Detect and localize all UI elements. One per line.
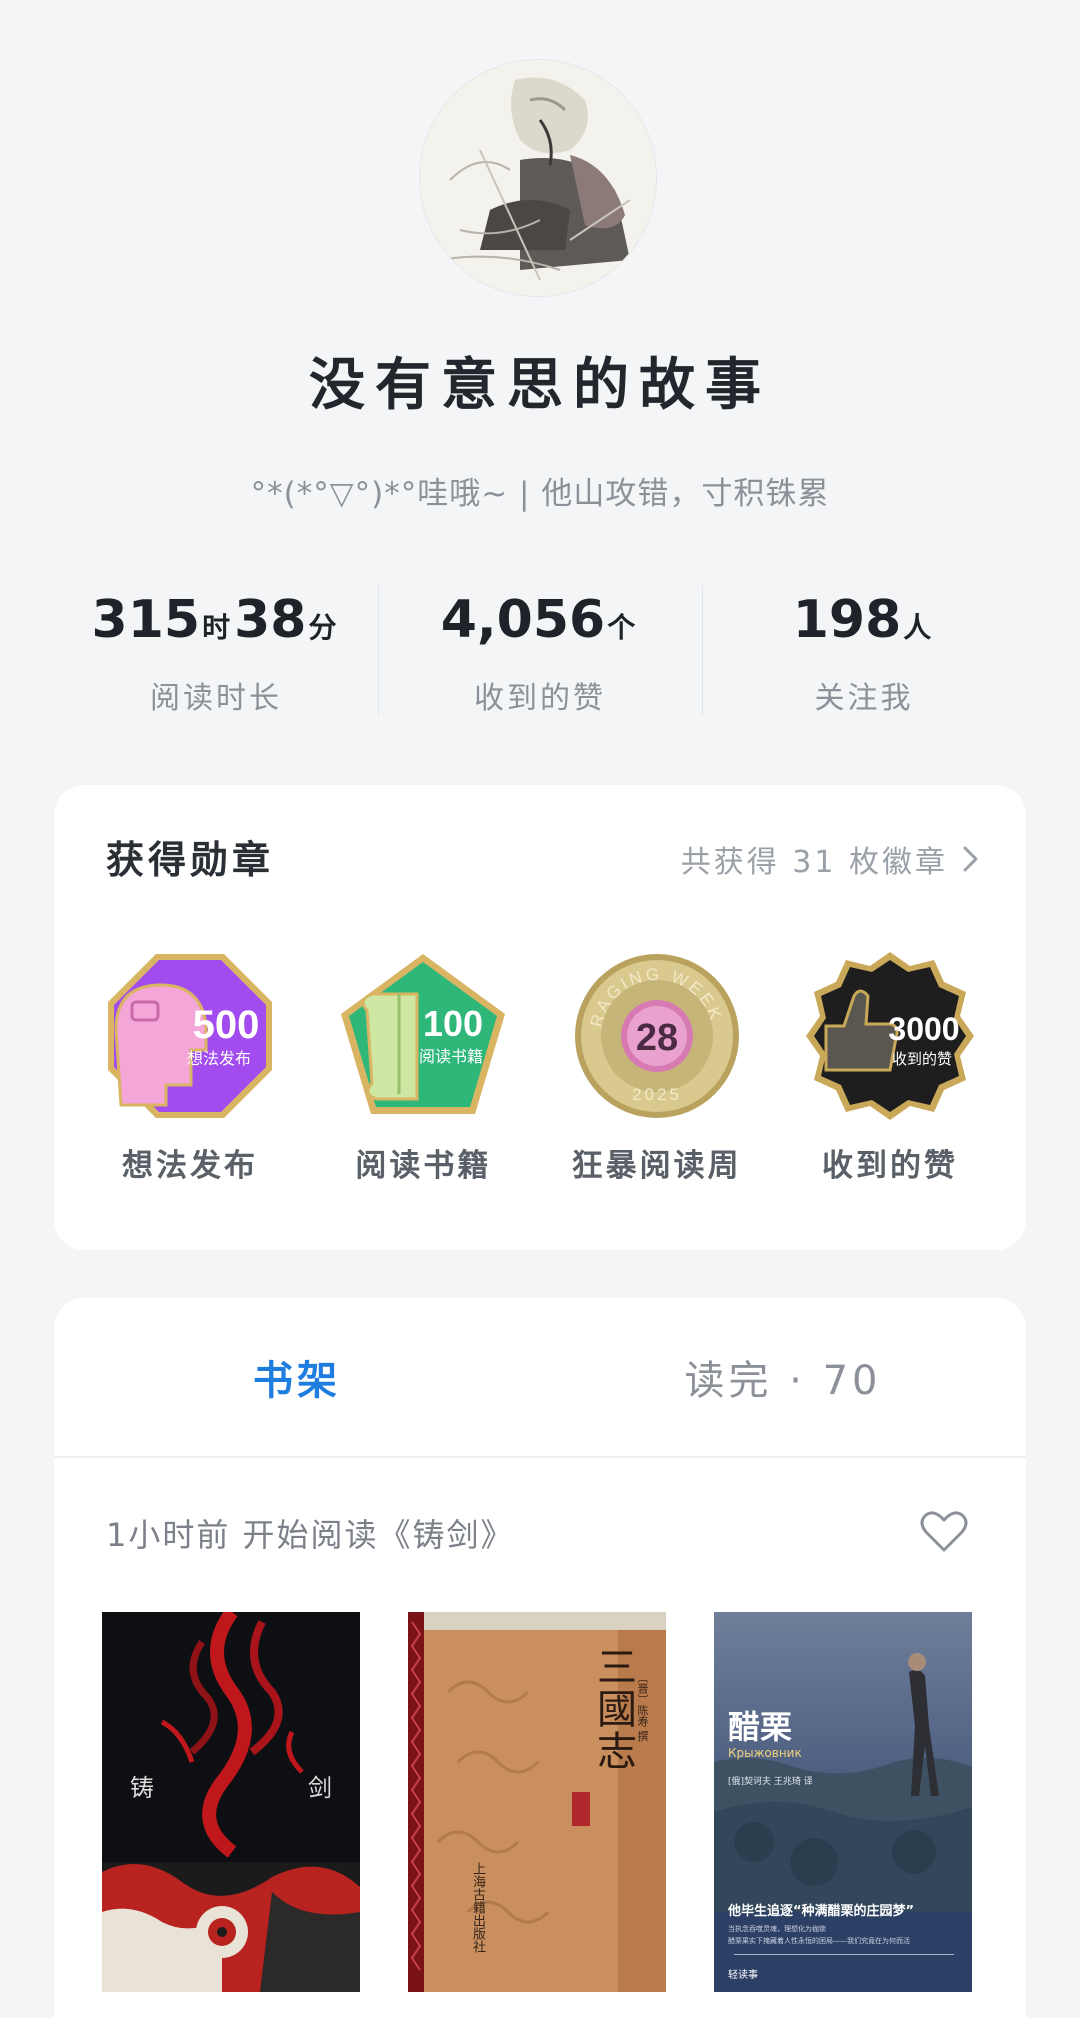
badge-label: 收到的赞 [821,1148,958,1184]
book-subtitle: Крыжовник [728,1746,802,1760]
book-title: 三國志 [590,1646,636,1772]
stat-unit: 时 [202,611,231,644]
bio: °*(*°▽°)*°哇哦~ | 他山攻错，寸积铢累 [250,476,830,512]
badge-thoughts-icon: 500 想法发布 [108,954,272,1118]
badges-card: 获得勋章 共获得 31 枚徽章 500 想法发布 想法发布 100 阅读书籍 阅… [54,785,1026,1250]
stat-value: 198 [792,590,902,650]
stat-likes-received[interactable]: 4,056个 收到的赞 [378,585,702,716]
stats-row: 315时38分 阅读时长 4,056个 收到的赞 198人 关注我 [54,585,1026,716]
book-translator: [俄]契诃夫 王兆琦 译 [728,1777,813,1787]
badge-caption: 收到的赞 [892,1050,952,1068]
book-list: 铸 剑 三國志 〔晋〕陈寿 撰 上海古籍出版社 醋栗 Крыжовник [俄]… [102,1612,972,1992]
tab-finished[interactable]: 读完 · 70 [540,1298,1026,1456]
badge-row: 500 想法发布 想法发布 100 阅读书籍 阅读书籍 RAGING WEEK … [74,950,1006,1185]
badge-books-read[interactable]: 100 阅读书籍 阅读书籍 [307,950,539,1185]
book-blurb-1: 当执念吞噬灵魂，理想化为枷锁 [728,1925,826,1933]
shelf-tabs: 书架 读完 · 70 [54,1298,1026,1458]
badge-likes-received[interactable]: 3000 收到的赞 收到的赞 [774,950,1006,1185]
book-cover-culi[interactable]: 醋栗 Крыжовник [俄]契诃夫 王兆琦 译 他毕生追逐“种满醋栗的庄园梦… [714,1612,972,1992]
badge-likes-icon: 3000 收到的赞 [805,952,974,1120]
stat-followers[interactable]: 198人 关注我 [702,585,1026,716]
badge-caption: 阅读书籍 [419,1047,483,1066]
badge-label: 狂暴阅读周 [571,1148,742,1184]
badges-title: 获得勋章 [106,837,275,882]
badges-count-text: 共获得 31 枚徽章 [680,845,948,880]
avatar-sketch-image [420,60,656,296]
heart-icon[interactable] [920,1510,968,1554]
stat-unit: 分 [308,611,337,644]
avatar[interactable] [420,60,656,296]
badge-number: 28 [636,1017,678,1059]
all-badges-link[interactable]: 共获得 31 枚徽章 [681,837,980,881]
stat-unit: 个 [607,611,636,644]
nickname: 没有意思的故事 [309,352,771,418]
stat-label: 收到的赞 [474,681,606,716]
stat-reading-time[interactable]: 315时38分 阅读时长 [54,585,378,716]
book-publisher: 上海古籍出版社 [470,1862,485,1953]
book-title-left: 铸 [130,1774,154,1802]
stat-value: 38 [234,590,307,650]
badge-thoughts-published[interactable]: 500 想法发布 想法发布 [74,950,306,1185]
book-author: 〔晋〕陈寿 撰 [636,1672,649,1742]
stat-unit: 人 [903,611,932,644]
badge-raging-week[interactable]: RAGING WEEK 28 2025 狂暴阅读周 [541,950,773,1185]
badge-label: 阅读书籍 [355,1148,492,1184]
stat-label: 阅读时长 [150,681,282,716]
badge-year: 2025 [632,1085,682,1104]
stat-label: 关注我 [814,681,914,716]
book-blurb-2: 醋栗果实下掩藏着人性永恒的困局——我们究竟在为何而活 [728,1937,910,1945]
badge-caption: 想法发布 [187,1049,251,1068]
book-cover-sanguozhi[interactable]: 三國志 〔晋〕陈寿 撰 上海古籍出版社 [408,1612,666,1992]
chevron-right-icon [963,846,978,872]
stat-value: 315 [91,590,201,650]
badge-label: 想法发布 [122,1148,258,1184]
tab-bookshelf[interactable]: 书架 [54,1298,540,1456]
book-title-right: 剑 [308,1774,332,1802]
badge-raging-week-icon: RAGING WEEK 28 2025 [574,954,739,1118]
badge-books-icon: 100 阅读书籍 [341,954,506,1114]
book-cover-zhujian[interactable]: 铸 剑 [102,1612,360,1992]
book-title: 醋栗 [728,1708,793,1746]
book-cover-art [714,1612,972,1992]
badge-number: 100 [423,1003,483,1044]
badge-number: 500 [193,1003,260,1047]
book-publisher-logo: 轻读事 [728,1970,758,1981]
badge-number: 3000 [888,1011,959,1047]
stat-value: 4,056 [440,590,606,650]
recent-activity: 1小时前 开始阅读《铸剑》 [106,1516,515,1554]
bookshelf-card: 书架 读完 · 70 1小时前 开始阅读《铸剑》 铸 剑 三國志 〔晋〕陈寿 撰… [54,1298,1026,2018]
book-tagline: 他毕生追逐“种满醋栗的庄园梦” [728,1904,915,1919]
